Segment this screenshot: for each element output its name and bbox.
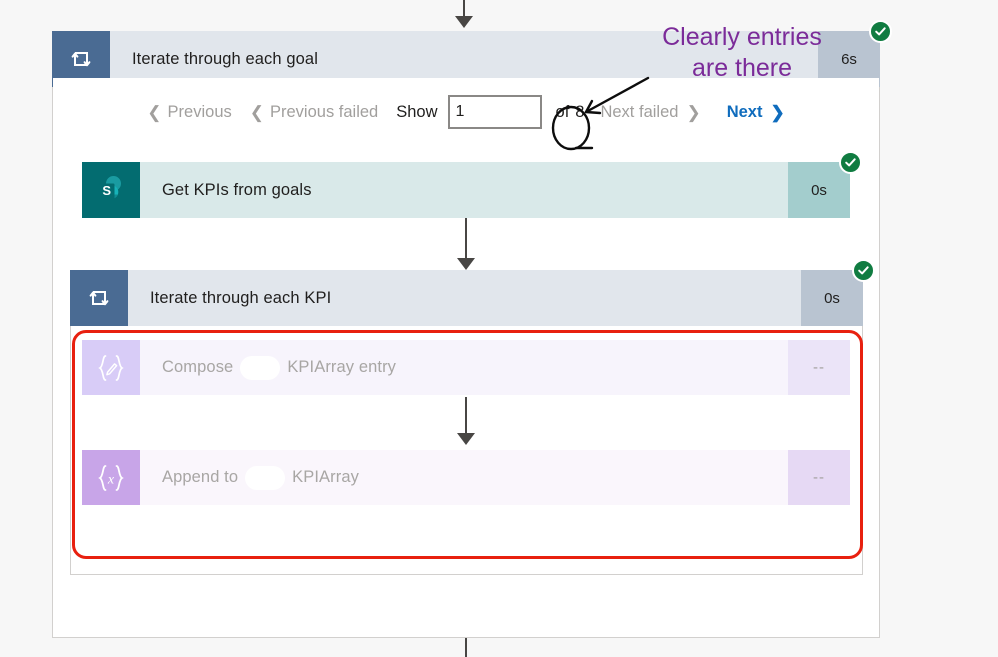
chevron-right-icon: ❯ — [686, 102, 701, 122]
pager-next-failed-button[interactable]: Next failed ❯ — [600, 103, 700, 122]
pager-previous-button[interactable]: ❮ Previous — [147, 103, 231, 122]
check-circle-icon — [869, 20, 892, 43]
pager-next-failed-label: Next failed — [600, 102, 679, 121]
action-duration: 0s — [788, 162, 850, 218]
pager-next-label: Next — [726, 102, 763, 121]
pager-total-count: 8 — [575, 102, 585, 121]
annotation-callout-line1: Clearly entries — [662, 23, 822, 51]
svg-text:S: S — [102, 183, 111, 198]
pager-next-button[interactable]: Next ❯ — [727, 103, 785, 122]
inner-loop-title: Iterate through each KPI — [150, 288, 332, 307]
annotation-highlight-box — [72, 330, 863, 559]
sharepoint-icon: S — [82, 162, 140, 218]
inner-loop-duration: 0s — [801, 270, 863, 326]
pager-show-input[interactable] — [447, 95, 542, 129]
connector-arrow-sharepoint-to-inner-loop — [448, 218, 484, 270]
connector-stub-bottom — [448, 638, 484, 657]
chevron-left-icon: ❮ — [249, 102, 264, 122]
action-card-get-kpis-from-goals[interactable]: S Get KPIs from goals 0s — [82, 151, 862, 218]
pager-show-label: Show — [396, 102, 438, 121]
pager-previous-label: Previous — [167, 102, 232, 121]
pager-previous-failed-label: Previous failed — [270, 102, 379, 121]
pager-of-label: of — [555, 102, 570, 121]
annotation-callout-text: Clearly entries are there — [632, 22, 852, 84]
chevron-right-icon: ❯ — [770, 102, 785, 122]
pager-previous-failed-button[interactable]: ❮ Previous failed — [250, 103, 378, 122]
annotation-callout-line2: are there — [691, 54, 793, 82]
run-history-canvas: Iterate through each goal 6s ❮ Previous … — [0, 0, 998, 657]
check-circle-icon — [852, 259, 875, 282]
action-title: Get KPIs from goals — [162, 180, 312, 199]
loop-icon — [70, 270, 128, 326]
inner-loop-card[interactable]: Iterate through each KPI 0s — [70, 259, 875, 326]
connector-arrow-top — [446, 0, 482, 28]
chevron-left-icon: ❮ — [147, 102, 162, 122]
iteration-pager: ❮ Previous ❮ Previous failed Show of 8 N… — [53, 78, 879, 146]
check-circle-icon — [839, 151, 862, 174]
